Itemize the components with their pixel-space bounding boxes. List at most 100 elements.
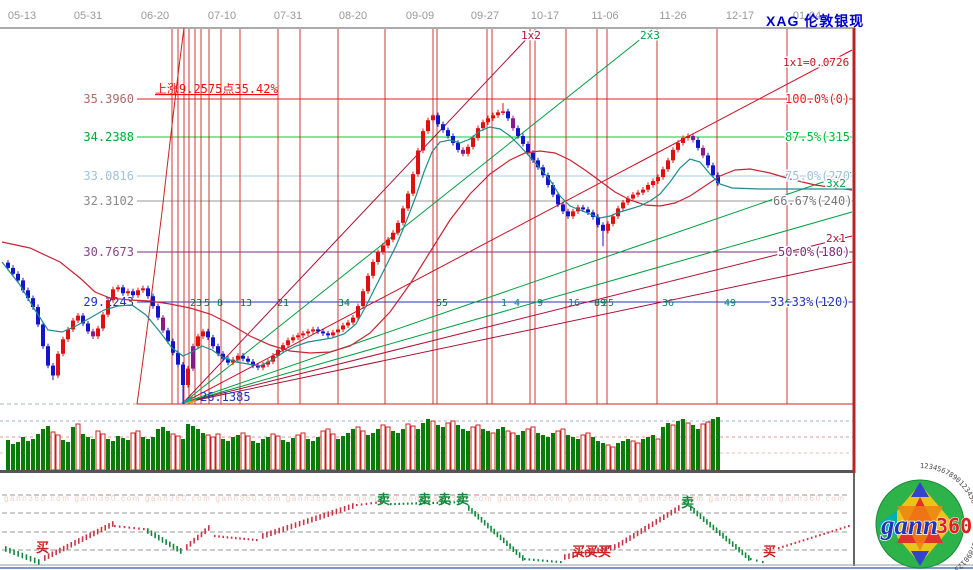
candle	[121, 287, 125, 293]
volume-bar	[506, 431, 510, 470]
volume-bar	[246, 436, 250, 470]
volume-bar	[381, 425, 385, 470]
gann360-chart-window: 05-1305-3106-2007-1007-3108-2009-0909-27…	[0, 0, 973, 570]
candle	[406, 194, 410, 209]
candle	[706, 155, 710, 165]
volume-bar	[556, 431, 560, 470]
fan-label: 1x1=0.0726	[783, 56, 849, 69]
candle	[366, 276, 370, 291]
volume-bar	[391, 431, 395, 470]
candle	[496, 112, 500, 115]
candle	[416, 151, 420, 175]
buy-signal-label: 买	[36, 540, 49, 555]
volume-bar	[136, 431, 140, 470]
volume-bar	[151, 437, 155, 470]
volume-bar	[541, 435, 545, 470]
volume-bar	[441, 427, 445, 470]
fan-label: 2x3	[640, 29, 660, 42]
volume-bar	[371, 433, 375, 470]
candle	[606, 224, 610, 231]
volume-bar	[171, 434, 175, 470]
volume-bar	[326, 429, 330, 470]
candle	[131, 291, 135, 295]
instrument-title: XAG 伦敦银现	[766, 11, 864, 31]
volume-bar	[401, 429, 405, 470]
candle	[146, 288, 150, 296]
fib-count: 34	[338, 298, 350, 309]
volume-bar	[31, 439, 35, 470]
volume-bar	[516, 435, 520, 470]
volume-bar	[511, 433, 515, 470]
candle	[611, 216, 615, 224]
oscillator-panel: gann360.com gann360.com gann360.com gann…	[2, 492, 850, 565]
volume-bar	[111, 441, 115, 470]
date-label: 07-10	[208, 10, 236, 22]
volume-bar	[501, 427, 505, 470]
fan-label: 1x2	[521, 29, 541, 42]
volume-bar	[56, 435, 60, 470]
candle	[386, 240, 390, 246]
volume-bar	[176, 436, 180, 470]
volume-bar	[131, 433, 135, 470]
fan-label: 3x2	[826, 177, 846, 190]
volume-bar	[496, 429, 500, 470]
volume-bar	[666, 423, 670, 470]
fan-label: 2x1	[826, 232, 846, 245]
volume-bar	[276, 436, 280, 470]
chart-labels: 上涨9.2575点35.42%26.1385100.0%(0)87.5%(315…	[155, 29, 857, 404]
volume-bar	[256, 443, 260, 470]
candle	[711, 165, 715, 175]
volume-bar	[71, 427, 75, 470]
fib-count: 3	[196, 298, 202, 309]
candle	[521, 136, 525, 144]
volume-bar	[671, 425, 675, 470]
volume-bar	[586, 433, 590, 470]
volume-bar	[306, 439, 310, 470]
candle	[686, 136, 690, 138]
candle	[106, 300, 110, 314]
fib-count: 8	[217, 298, 223, 309]
candle	[481, 122, 485, 128]
gann-pct-label: 33.33%(120)	[770, 295, 849, 309]
candle	[16, 274, 20, 281]
candle	[66, 329, 70, 339]
volume-bar	[41, 429, 45, 470]
volume-bar	[211, 437, 215, 470]
volume-bar	[361, 431, 365, 470]
volume-bar	[206, 435, 210, 470]
candle	[76, 316, 80, 321]
candle	[436, 115, 440, 124]
sell-signal-label: 卖	[377, 492, 390, 507]
volume-bar	[221, 439, 225, 470]
volume-bar	[406, 424, 410, 470]
volume-bar	[411, 426, 415, 470]
volume-bar	[716, 417, 720, 470]
volume-bar	[551, 433, 555, 470]
volume-bar	[156, 429, 160, 470]
candle	[316, 329, 320, 331]
volume-bar	[366, 435, 370, 470]
price-label: 30.7673	[83, 245, 134, 259]
candle	[651, 181, 655, 185]
volume-panel	[0, 417, 853, 473]
volume-bar	[226, 441, 230, 470]
candle	[306, 331, 310, 333]
volume-bar	[456, 425, 460, 470]
candle	[646, 185, 650, 190]
gann-pct-label: 75.0%(270)	[785, 169, 857, 183]
candle	[191, 346, 195, 368]
volume-bar	[76, 424, 80, 470]
volume-bar	[96, 431, 100, 470]
date-label: 12-17	[726, 10, 754, 22]
volume-bar	[471, 427, 475, 470]
candle	[526, 144, 530, 153]
candle	[471, 138, 475, 147]
volume-bar	[186, 424, 190, 470]
volume-bar	[656, 439, 660, 470]
candle	[116, 287, 120, 289]
chart-canvas[interactable]: 05-1305-3106-2007-1007-3108-2009-0909-27…	[0, 0, 973, 570]
candle	[161, 318, 165, 331]
volume-bar	[376, 429, 380, 470]
candle	[456, 143, 460, 150]
square-count: 49	[724, 298, 736, 309]
